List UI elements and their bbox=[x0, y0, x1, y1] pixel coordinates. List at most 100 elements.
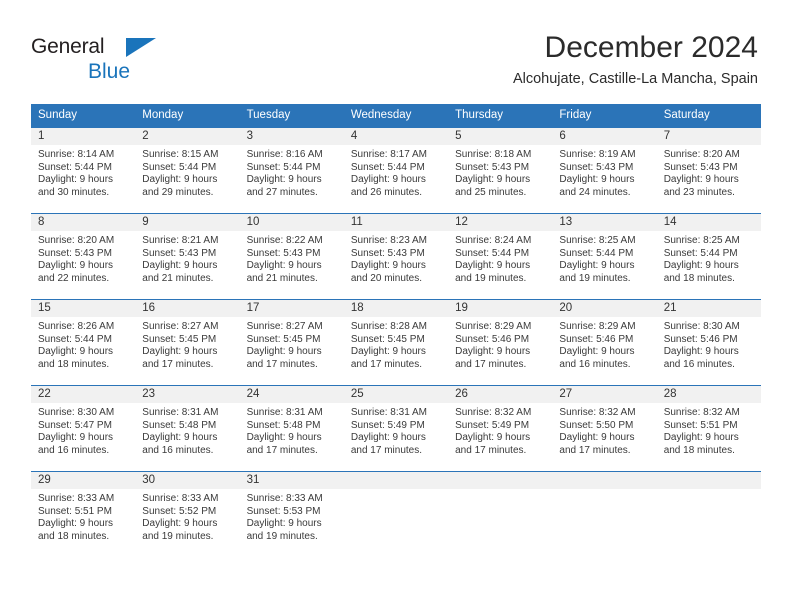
day-sun-info: Sunrise: 8:33 AM Sunset: 5:53 PM Daylight:… bbox=[239, 489, 344, 544]
calendar-day-cell[interactable]: 3 Sunrise: 8:16 AM Sunset: 5:44 PM Daylight… bbox=[239, 127, 344, 214]
calendar-page: General Blue December 2024 Alcohujate, C… bbox=[0, 0, 792, 612]
calendar-day-cell[interactable]: 11 Sunrise: 8:23 AM Sunset: 5:43 PM Dayligh… bbox=[343, 213, 449, 300]
calendar-day-cell[interactable]: 4 Sunrise: 8:17 AM Sunset: 5:44 PM Daylight… bbox=[343, 127, 449, 214]
day-cell-inner: 24 Sunrise: 8:31 AM Sunset: 5:48 PM Dayligh… bbox=[239, 386, 344, 471]
day-number: 9 bbox=[135, 214, 240, 231]
day-sunset-text: Sunset: 5:49 PM bbox=[350, 419, 425, 431]
day-daylight-line1-text: Daylight: 9 hours bbox=[559, 432, 635, 444]
calendar-day-cell[interactable]: 18 Sunrise: 8:28 AM Sunset: 5:45 PM Dayligh… bbox=[343, 299, 449, 386]
calendar-empty-cell bbox=[448, 471, 553, 557]
calendar-day-cell[interactable]: 24 Sunrise: 8:31 AM Sunset: 5:48 PM Dayligh… bbox=[239, 385, 344, 472]
calendar-day-cell[interactable]: 10 Sunrise: 8:22 AM Sunset: 5:43 PM Dayligh… bbox=[239, 213, 344, 300]
calendar-day-cell[interactable]: 9 Sunrise: 8:21 AM Sunset: 5:43 PM Daylight… bbox=[135, 213, 240, 300]
calendar-day-cell[interactable]: 21 Sunrise: 8:30 AM Sunset: 5:46 PM Dayligh… bbox=[656, 299, 761, 386]
day-number: 28 bbox=[656, 386, 761, 403]
calendar-day-cell[interactable]: 17 Sunrise: 8:27 AM Sunset: 5:45 PM Dayligh… bbox=[239, 299, 344, 386]
calendar-week-row: 15 Sunrise: 8:26 AM Sunset: 5:44 PM Dayligh… bbox=[31, 299, 761, 386]
calendar-day-cell[interactable]: 13 Sunrise: 8:25 AM Sunset: 5:44 PM Dayligh… bbox=[552, 213, 657, 300]
day-sun-info: Sunrise: 8:29 AM Sunset: 5:46 PM Daylight:… bbox=[552, 317, 657, 372]
calendar-day-cell[interactable]: 26 Sunrise: 8:32 AM Sunset: 5:49 PM Dayligh… bbox=[448, 385, 553, 472]
day-sunset-text: Sunset: 5:49 PM bbox=[455, 419, 530, 431]
day-daylight-line1-text: Daylight: 9 hours bbox=[350, 260, 426, 272]
day-sunset-text: Sunset: 5:44 PM bbox=[663, 247, 738, 259]
calendar-day-cell[interactable]: 22 Sunrise: 8:30 AM Sunset: 5:47 PM Dayligh… bbox=[31, 385, 136, 472]
calendar-day-cell[interactable]: 27 Sunrise: 8:32 AM Sunset: 5:50 PM Dayligh… bbox=[552, 385, 657, 472]
day-sunrise-text: Sunrise: 8:22 AM bbox=[246, 235, 323, 246]
calendar-day-cell[interactable]: 12 Sunrise: 8:24 AM Sunset: 5:44 PM Dayligh… bbox=[448, 213, 553, 300]
calendar-day-cell[interactable]: 6 Sunrise: 8:19 AM Sunset: 5:43 PM Daylight… bbox=[552, 127, 657, 214]
day-cell-inner: 3 Sunrise: 8:16 AM Sunset: 5:44 PM Daylight… bbox=[239, 128, 344, 213]
day-sun-info: Sunrise: 8:23 AM Sunset: 5:43 PM Daylight:… bbox=[343, 231, 449, 286]
day-sunset-text: Sunset: 5:51 PM bbox=[38, 505, 112, 517]
page-title: December 2024 bbox=[544, 31, 758, 64]
weekday-header-thursday: Thursday bbox=[448, 104, 553, 128]
day-cell-inner: 19 Sunrise: 8:29 AM Sunset: 5:46 PM Dayligh… bbox=[448, 300, 553, 385]
day-sunrise-text: Sunrise: 8:14 AM bbox=[38, 149, 115, 160]
day-sunrise-text: Sunrise: 8:31 AM bbox=[142, 407, 219, 418]
day-daylight-line1-text: Daylight: 9 hours bbox=[663, 346, 739, 358]
day-sunrise-text: Sunrise: 8:33 AM bbox=[142, 493, 219, 504]
day-cell-inner: 30 Sunrise: 8:33 AM Sunset: 5:52 PM Dayligh… bbox=[135, 472, 240, 557]
day-daylight-line2-text: and 23 minutes. bbox=[663, 186, 735, 198]
calendar-day-cell[interactable]: 7 Sunrise: 8:20 AM Sunset: 5:43 PM Daylight… bbox=[656, 127, 761, 214]
day-daylight-line1-text: Daylight: 9 hours bbox=[350, 346, 426, 358]
day-sun-info: Sunrise: 8:31 AM Sunset: 5:48 PM Daylight:… bbox=[135, 403, 240, 458]
day-daylight-line2-text: and 21 minutes. bbox=[246, 272, 318, 284]
calendar-day-cell[interactable]: 1 Sunrise: 8:14 AM Sunset: 5:44 PM Daylight… bbox=[31, 127, 136, 214]
day-daylight-line2-text: and 18 minutes. bbox=[663, 444, 735, 456]
calendar-day-cell[interactable]: 25 Sunrise: 8:31 AM Sunset: 5:49 PM Dayligh… bbox=[343, 385, 449, 472]
day-number bbox=[448, 472, 553, 489]
calendar-day-cell[interactable]: 15 Sunrise: 8:26 AM Sunset: 5:44 PM Dayligh… bbox=[31, 299, 136, 386]
day-sunset-text: Sunset: 5:44 PM bbox=[38, 161, 112, 173]
day-daylight-line1-text: Daylight: 9 hours bbox=[142, 432, 218, 444]
day-daylight-line1-text: Daylight: 9 hours bbox=[350, 432, 426, 444]
day-sunset-text: Sunset: 5:48 PM bbox=[142, 419, 217, 431]
calendar-day-cell[interactable]: 8 Sunrise: 8:20 AM Sunset: 5:43 PM Daylight… bbox=[31, 213, 136, 300]
day-daylight-line2-text: and 17 minutes. bbox=[559, 444, 631, 456]
day-sunrise-text: Sunrise: 8:32 AM bbox=[559, 407, 636, 418]
calendar-day-cell[interactable]: 30 Sunrise: 8:33 AM Sunset: 5:52 PM Dayligh… bbox=[135, 471, 240, 557]
day-sunset-text: Sunset: 5:45 PM bbox=[246, 333, 321, 345]
day-number bbox=[656, 472, 761, 489]
day-number: 29 bbox=[31, 472, 136, 489]
day-daylight-line2-text: and 29 minutes. bbox=[142, 186, 214, 198]
day-daylight-line2-text: and 18 minutes. bbox=[38, 358, 110, 370]
day-cell-inner: 25 Sunrise: 8:31 AM Sunset: 5:49 PM Dayligh… bbox=[343, 386, 449, 471]
day-cell-inner: 2 Sunrise: 8:15 AM Sunset: 5:44 PM Daylight… bbox=[135, 128, 240, 213]
day-sunset-text: Sunset: 5:43 PM bbox=[246, 247, 321, 259]
day-daylight-line1-text: Daylight: 9 hours bbox=[559, 174, 635, 186]
day-number: 4 bbox=[343, 128, 449, 145]
day-daylight-line1-text: Daylight: 9 hours bbox=[663, 174, 739, 186]
logo-text-blue: Blue bbox=[88, 60, 131, 83]
day-sunset-text: Sunset: 5:46 PM bbox=[455, 333, 530, 345]
day-daylight-line2-text: and 19 minutes. bbox=[455, 272, 527, 284]
day-sunset-text: Sunset: 5:45 PM bbox=[350, 333, 425, 345]
day-sun-info bbox=[448, 489, 553, 493]
day-sun-info: Sunrise: 8:24 AM Sunset: 5:44 PM Daylight:… bbox=[448, 231, 553, 286]
day-number: 27 bbox=[552, 386, 657, 403]
calendar-day-cell[interactable]: 2 Sunrise: 8:15 AM Sunset: 5:44 PM Daylight… bbox=[135, 127, 240, 214]
calendar-day-cell[interactable]: 29 Sunrise: 8:33 AM Sunset: 5:51 PM Dayligh… bbox=[31, 471, 136, 557]
calendar-day-cell[interactable]: 19 Sunrise: 8:29 AM Sunset: 5:46 PM Dayligh… bbox=[448, 299, 553, 386]
calendar-day-cell[interactable]: 31 Sunrise: 8:33 AM Sunset: 5:53 PM Dayligh… bbox=[239, 471, 344, 557]
day-sunrise-text: Sunrise: 8:15 AM bbox=[142, 149, 219, 160]
day-cell-inner: 4 Sunrise: 8:17 AM Sunset: 5:44 PM Daylight… bbox=[343, 128, 449, 213]
day-sunset-text: Sunset: 5:43 PM bbox=[142, 247, 217, 259]
day-daylight-line2-text: and 19 minutes. bbox=[142, 530, 214, 542]
day-daylight-line1-text: Daylight: 9 hours bbox=[350, 174, 426, 186]
calendar-day-cell[interactable]: 23 Sunrise: 8:31 AM Sunset: 5:48 PM Dayligh… bbox=[135, 385, 240, 472]
day-sun-info: Sunrise: 8:32 AM Sunset: 5:49 PM Daylight:… bbox=[448, 403, 553, 458]
day-cell-inner: 16 Sunrise: 8:27 AM Sunset: 5:45 PM Dayligh… bbox=[135, 300, 240, 385]
day-daylight-line2-text: and 17 minutes. bbox=[350, 444, 423, 456]
day-number: 15 bbox=[31, 300, 136, 317]
calendar-day-cell[interactable]: 5 Sunrise: 8:18 AM Sunset: 5:43 PM Daylight… bbox=[448, 127, 553, 214]
calendar-day-cell[interactable]: 16 Sunrise: 8:27 AM Sunset: 5:45 PM Dayligh… bbox=[135, 299, 240, 386]
day-cell-inner: 13 Sunrise: 8:25 AM Sunset: 5:44 PM Dayligh… bbox=[552, 214, 657, 299]
day-daylight-line2-text: and 16 minutes. bbox=[142, 444, 214, 456]
calendar-day-cell[interactable]: 20 Sunrise: 8:29 AM Sunset: 5:46 PM Dayligh… bbox=[552, 299, 657, 386]
day-sunrise-text: Sunrise: 8:33 AM bbox=[246, 493, 323, 504]
calendar-day-cell[interactable]: 28 Sunrise: 8:32 AM Sunset: 5:51 PM Dayligh… bbox=[656, 385, 761, 472]
day-sunrise-text: Sunrise: 8:19 AM bbox=[559, 149, 636, 160]
calendar-day-cell[interactable]: 14 Sunrise: 8:25 AM Sunset: 5:44 PM Dayligh… bbox=[656, 213, 761, 300]
day-sunset-text: Sunset: 5:46 PM bbox=[663, 333, 738, 345]
